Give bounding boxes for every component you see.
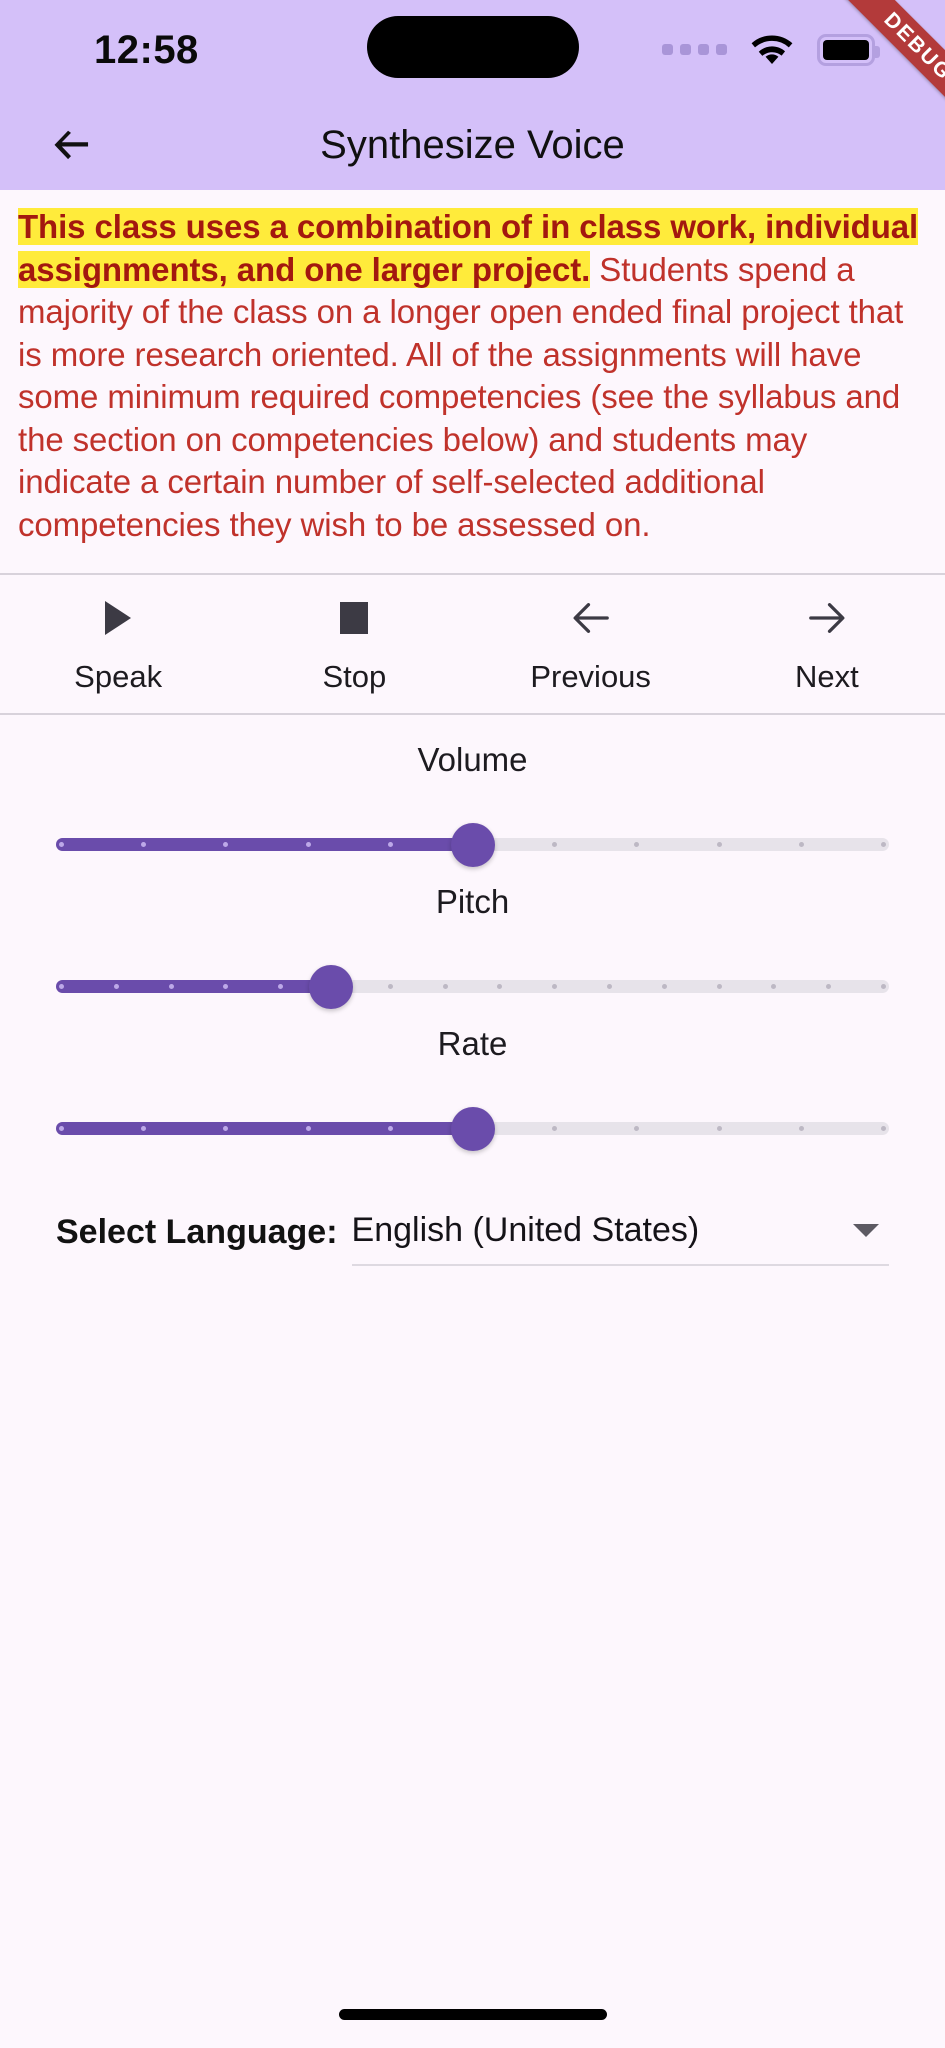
status-time: 12:58: [94, 27, 199, 72]
remaining-text: Students spend a majority of the class o…: [18, 250, 904, 543]
home-indicator: [338, 2009, 607, 2020]
select-language-label: Select Language:: [56, 1212, 338, 1251]
device-notch: [366, 16, 579, 78]
language-dropdown[interactable]: English (United States): [351, 1210, 889, 1266]
signal-dots-icon: [662, 43, 727, 55]
previous-button-label: Previous: [530, 658, 651, 694]
volume-slider[interactable]: [56, 822, 889, 867]
volume-slider-block: Volume: [0, 741, 945, 867]
stop-button[interactable]: Stop: [236, 597, 472, 695]
status-icons: [662, 33, 880, 67]
back-button[interactable]: [40, 114, 102, 176]
language-row: Select Language: English (United States): [0, 1167, 945, 1266]
arrow-right-icon: [809, 602, 845, 633]
app-bar: Synthesize Voice: [0, 100, 945, 190]
speak-button[interactable]: Speak: [0, 597, 236, 695]
pitch-slider-thumb[interactable]: [308, 964, 353, 1009]
chevron-down-icon: [853, 1223, 879, 1237]
pitch-slider-label: Pitch: [435, 882, 510, 920]
play-icon: [105, 597, 132, 639]
arrow-left-icon: [54, 130, 89, 160]
battery-full-icon: [817, 34, 880, 66]
speak-button-label: Speak: [74, 658, 163, 694]
slider-section: Volume Pitch Rate: [0, 714, 945, 1151]
rate-slider[interactable]: [56, 1106, 889, 1151]
volume-slider-label: Volume: [417, 740, 528, 778]
status-bar: 12:58: [0, 0, 945, 100]
language-selected-value: English (United States): [351, 1210, 700, 1249]
wifi-icon: [751, 35, 793, 64]
page-title: Synthesize Voice: [320, 122, 625, 167]
rate-slider-label: Rate: [437, 1024, 508, 1062]
stop-square-icon: [340, 597, 369, 639]
rate-slider-block: Rate: [0, 1025, 945, 1151]
stop-button-label: Stop: [322, 658, 387, 694]
pitch-slider-block: Pitch: [0, 883, 945, 1009]
speech-paragraph: This class uses a combination of in clas…: [18, 206, 927, 547]
pitch-slider-ticks: [56, 980, 889, 993]
next-button-label: Next: [795, 658, 859, 694]
pitch-slider[interactable]: [56, 964, 889, 1009]
rate-slider-thumb[interactable]: [450, 1106, 495, 1151]
previous-button[interactable]: Previous: [473, 597, 709, 695]
app-screen: 12:58 DEBUG Synthesize Voice This class …: [0, 0, 945, 2048]
speech-text-panel: This class uses a combination of in clas…: [0, 190, 945, 573]
arrow-left-icon: [573, 602, 609, 633]
playback-controls: Speak Stop Previous Next: [0, 574, 945, 713]
volume-slider-thumb[interactable]: [450, 822, 495, 867]
next-button[interactable]: Next: [709, 597, 945, 695]
